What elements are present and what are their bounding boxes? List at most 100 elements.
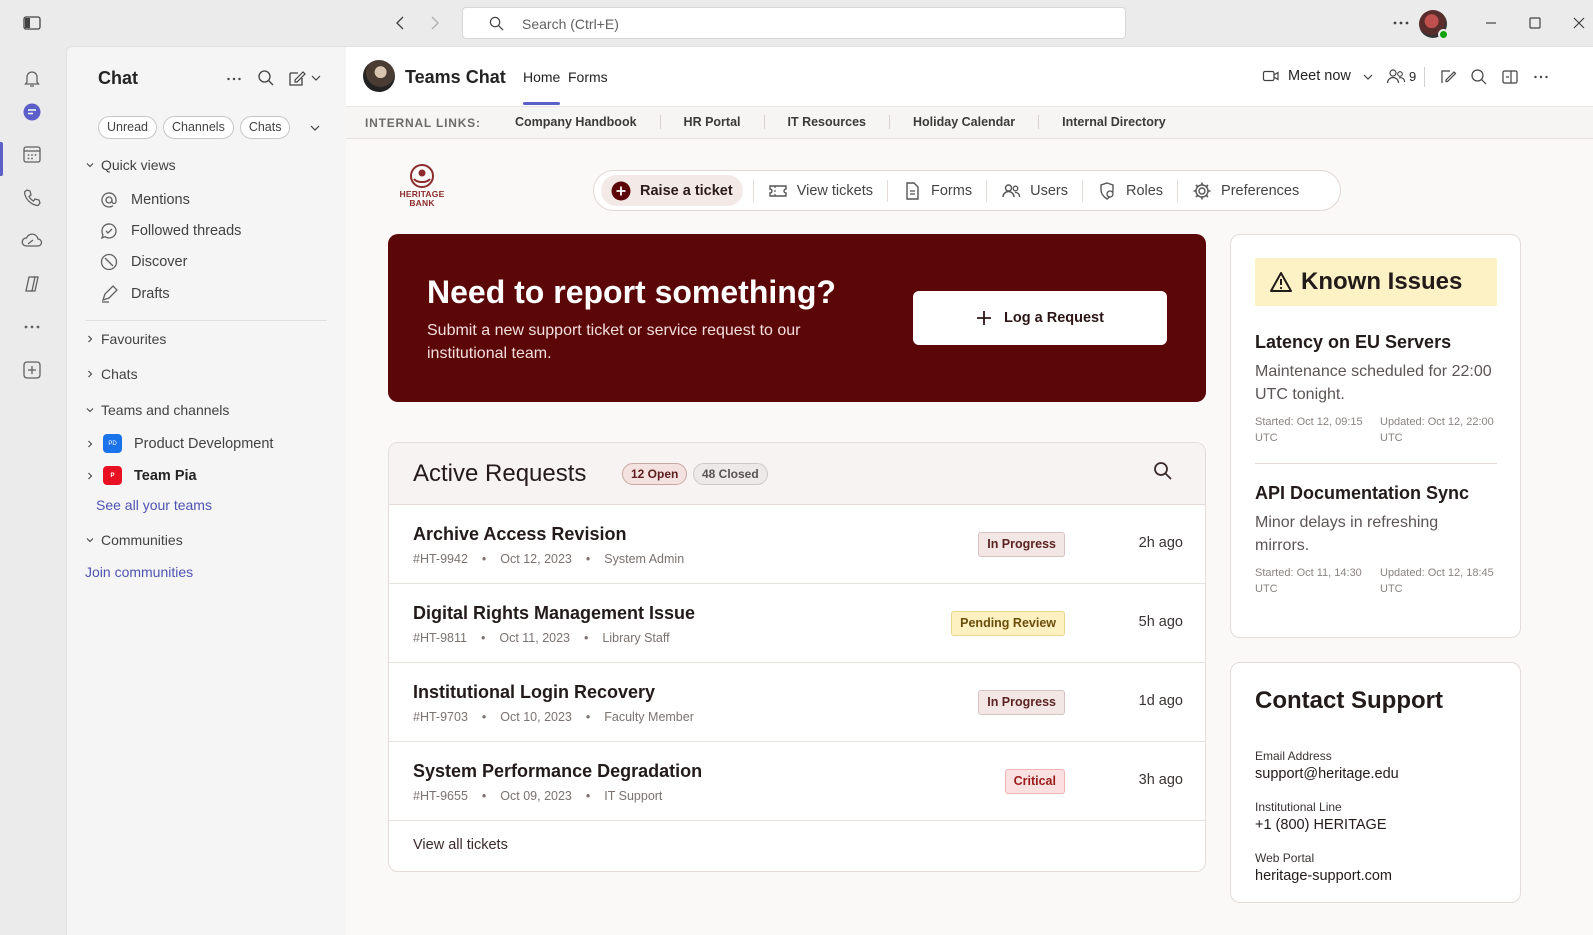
more-options-icon[interactable] bbox=[1391, 13, 1411, 33]
chevron-down-icon bbox=[86, 408, 94, 413]
closed-count-badge[interactable]: 48 Closed bbox=[693, 463, 768, 485]
calls-phone-icon[interactable] bbox=[21, 187, 43, 209]
maximize-icon[interactable] bbox=[1525, 13, 1545, 33]
profile-avatar[interactable] bbox=[1419, 10, 1449, 40]
calendar-icon[interactable] bbox=[21, 143, 43, 165]
chevron-right-icon bbox=[88, 370, 93, 378]
support-email[interactable]: support@heritage.edu bbox=[1255, 766, 1399, 782]
link-company-handbook[interactable]: Company Handbook bbox=[515, 115, 660, 129]
copilot-icon[interactable] bbox=[21, 273, 43, 295]
nav-roles[interactable]: Roles bbox=[1081, 179, 1177, 202]
join-communities-link[interactable]: Join communities bbox=[85, 564, 193, 580]
meet-dropdown-chevron-icon[interactable] bbox=[1361, 68, 1375, 86]
link-internal-directory[interactable]: Internal Directory bbox=[1038, 115, 1189, 129]
section-label: Teams and channels bbox=[101, 402, 230, 418]
link-holiday-calendar[interactable]: Holiday Calendar bbox=[889, 115, 1038, 129]
nav-view-tickets[interactable]: View tickets bbox=[752, 179, 887, 202]
active-requests-title: Active Requests bbox=[413, 460, 587, 487]
active-tab-indicator bbox=[523, 102, 560, 105]
chat-icon[interactable] bbox=[21, 101, 43, 123]
chat-avatar bbox=[363, 60, 395, 92]
add-apps-icon[interactable] bbox=[21, 359, 43, 381]
filters-expand-chevron-icon[interactable] bbox=[308, 121, 322, 135]
nav-preferences[interactable]: Preferences bbox=[1177, 179, 1313, 202]
chat-search-icon[interactable] bbox=[257, 69, 275, 87]
request-row[interactable]: Digital Rights Management Issue #HT-9811… bbox=[389, 584, 1205, 663]
new-chat-icon[interactable] bbox=[288, 69, 324, 87]
issue-updated: Updated: Oct 12, 18:45 UTC bbox=[1380, 567, 1494, 595]
request-row[interactable]: System Performance Degradation #HT-9655 •… bbox=[389, 742, 1205, 821]
filter-channels[interactable]: Channels bbox=[163, 116, 234, 139]
edit-notes-icon[interactable] bbox=[1439, 68, 1457, 86]
request-date: Oct 09, 2023 bbox=[500, 789, 572, 803]
chevron-down-icon bbox=[86, 538, 94, 543]
filter-unread[interactable]: Unread bbox=[98, 116, 157, 139]
support-portal[interactable]: heritage-support.com bbox=[1255, 868, 1392, 884]
open-count-badge[interactable]: 12 Open bbox=[622, 463, 688, 485]
request-row[interactable]: Archive Access Revision #HT-9942 • Oct 12,… bbox=[389, 505, 1205, 584]
sidebar-toggle-icon[interactable] bbox=[22, 13, 42, 33]
link-hr-portal[interactable]: HR Portal bbox=[659, 115, 764, 129]
link-it-resources[interactable]: IT Resources bbox=[763, 115, 890, 129]
quick-view-mentions[interactable]: Mentions bbox=[99, 190, 190, 210]
header-more-icon[interactable] bbox=[1532, 68, 1550, 86]
section-chats[interactable]: Chats bbox=[85, 366, 138, 382]
nav-raise-ticket[interactable]: Raise a ticket bbox=[601, 175, 743, 206]
section-communities[interactable]: Communities bbox=[85, 532, 183, 548]
meet-now-button[interactable]: Meet now bbox=[1262, 67, 1351, 85]
view-all-tickets-link[interactable]: View all tickets bbox=[413, 837, 508, 853]
participants-button[interactable]: 9 bbox=[1386, 67, 1416, 85]
status-badge: Pending Review bbox=[951, 611, 1065, 636]
rail-active-indicator bbox=[0, 142, 3, 176]
issue-started: Started: Oct 11, 14:30 UTC bbox=[1255, 567, 1362, 595]
onedrive-cloud-icon[interactable] bbox=[21, 230, 43, 252]
back-arrow-icon[interactable] bbox=[391, 13, 411, 33]
quick-view-drafts[interactable]: Drafts bbox=[99, 284, 170, 304]
request-age: 1d ago bbox=[1138, 693, 1183, 709]
issue-started: Started: Oct 12, 09:15 UTC bbox=[1255, 416, 1363, 444]
quick-view-discover[interactable]: Discover bbox=[99, 252, 187, 272]
see-all-teams-link[interactable]: See all your teams bbox=[96, 497, 212, 513]
nav-forms[interactable]: Forms bbox=[887, 179, 986, 202]
internal-links-label: INTERNAL LINKS: bbox=[365, 116, 481, 130]
tab-home[interactable]: Home bbox=[523, 69, 560, 85]
section-quick-views[interactable]: Quick views bbox=[85, 157, 176, 173]
minimize-icon[interactable] bbox=[1481, 13, 1501, 33]
status-badge: In Progress bbox=[978, 690, 1065, 715]
team-pia[interactable]: P Team Pia bbox=[85, 466, 197, 485]
document-icon bbox=[906, 181, 919, 200]
more-apps-icon[interactable] bbox=[21, 316, 43, 338]
request-row[interactable]: Institutional Login Recovery #HT-9703 • Oc… bbox=[389, 663, 1205, 742]
forward-arrow-icon[interactable] bbox=[424, 13, 444, 33]
warning-triangle-icon bbox=[1270, 272, 1292, 292]
ticket-icon bbox=[769, 184, 787, 197]
requests-search-icon[interactable] bbox=[1153, 461, 1173, 481]
support-phone[interactable]: +1 (800) HERITAGE bbox=[1255, 817, 1386, 833]
tab-forms[interactable]: Forms bbox=[568, 69, 608, 85]
section-favourites[interactable]: Favourites bbox=[85, 331, 166, 347]
team-product-development[interactable]: PD Product Development bbox=[85, 434, 273, 453]
chat-more-icon[interactable] bbox=[225, 70, 243, 88]
log-request-label: Log a Request bbox=[1004, 310, 1104, 326]
logo-line-2: BANK bbox=[409, 198, 435, 208]
contact-support-title: Contact Support bbox=[1255, 687, 1443, 714]
request-owner: IT Support bbox=[604, 789, 663, 803]
shield-role-icon bbox=[1100, 181, 1114, 200]
request-title: Archive Access Revision bbox=[413, 524, 627, 544]
section-label: Quick views bbox=[101, 157, 176, 173]
nav-users[interactable]: Users bbox=[986, 179, 1082, 202]
section-teams-and-channels[interactable]: Teams and channels bbox=[85, 402, 229, 418]
pop-out-icon[interactable] bbox=[1501, 68, 1519, 86]
section-label: Communities bbox=[101, 532, 183, 548]
close-icon[interactable] bbox=[1569, 13, 1589, 33]
search-input[interactable]: Search (Ctrl+E) bbox=[462, 7, 1126, 39]
activity-bell-icon[interactable] bbox=[21, 67, 43, 89]
quick-view-followed-threads[interactable]: Followed threads bbox=[99, 221, 241, 241]
search-in-chat-icon[interactable] bbox=[1470, 68, 1488, 86]
request-id: #HT-9942 bbox=[413, 552, 468, 566]
log-request-button[interactable]: Log a Request bbox=[913, 291, 1167, 345]
request-owner: Faculty Member bbox=[604, 710, 694, 724]
nav-label: Roles bbox=[1125, 182, 1164, 199]
filter-chats[interactable]: Chats bbox=[239, 116, 291, 139]
known-issues-card: Known Issues Latency on EU Servers Maint… bbox=[1230, 234, 1521, 638]
